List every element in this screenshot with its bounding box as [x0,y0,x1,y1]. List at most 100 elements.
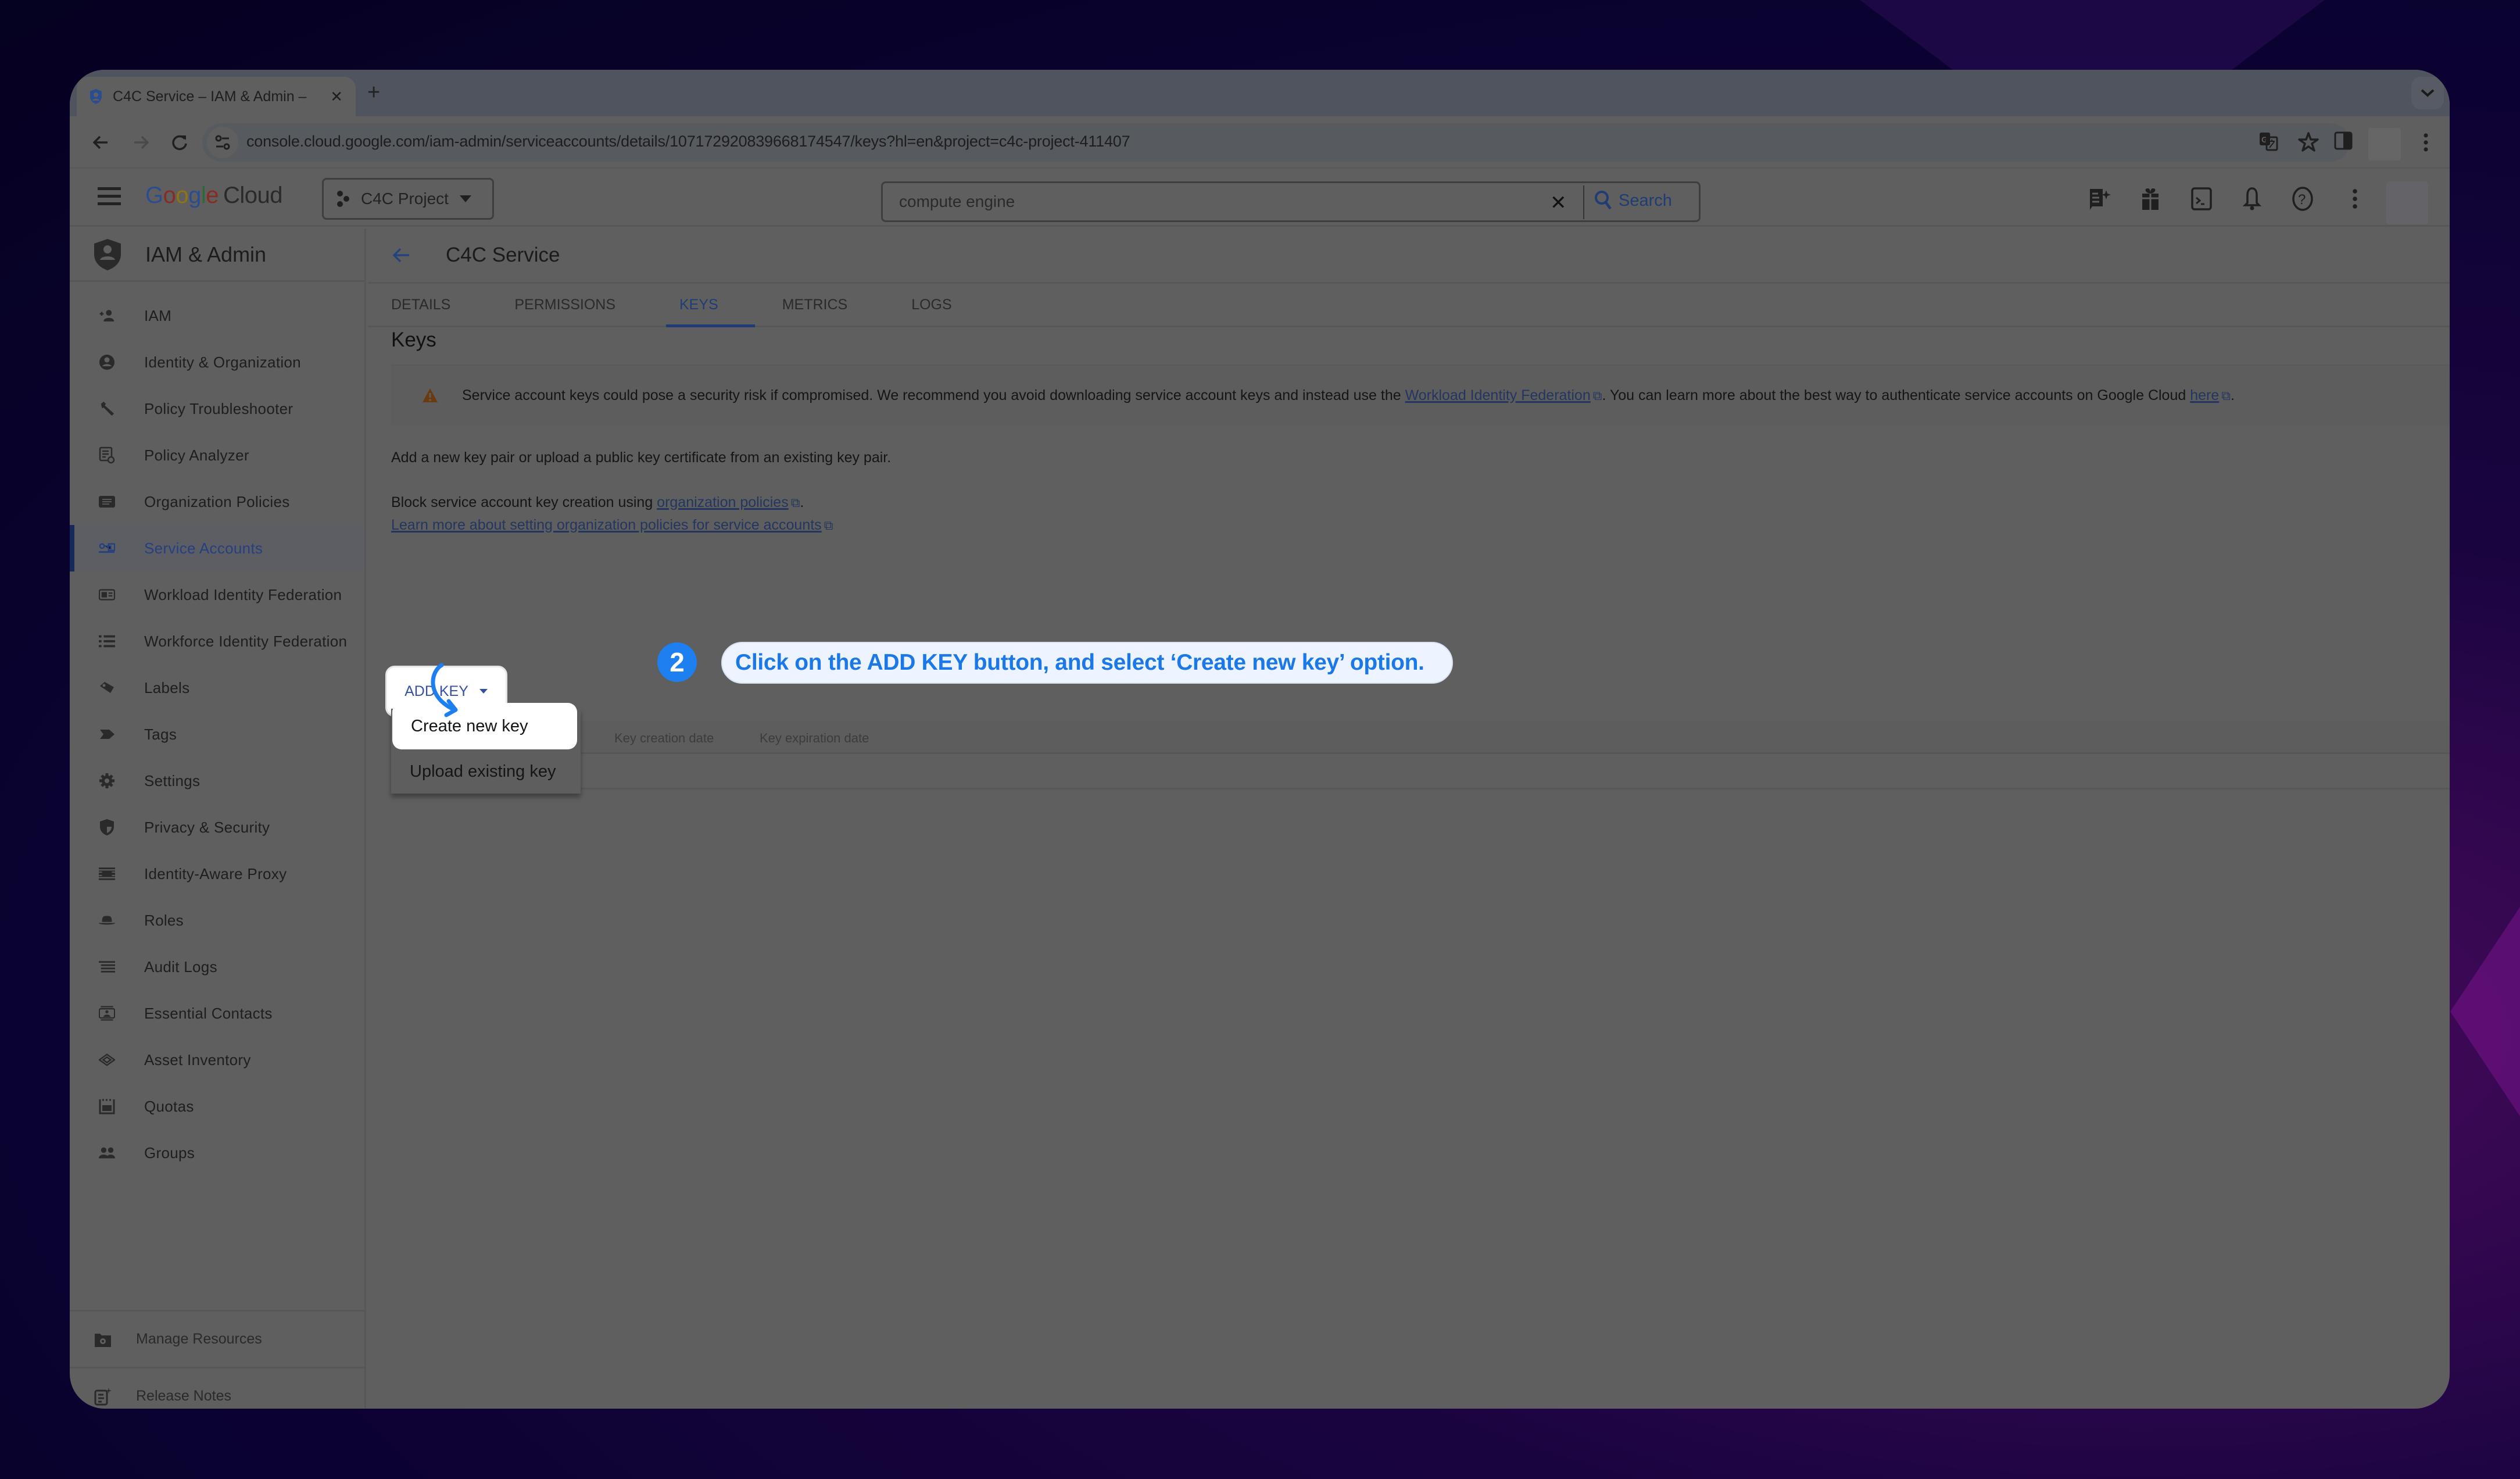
sidebar-item-identity-organization[interactable]: Identity & Organization [70,339,364,385]
background-shape [2450,907,2520,1116]
sidebar-item-settings[interactable]: Settings [70,758,364,804]
caret-down-icon [479,689,488,694]
security-warning-banner: Service account keys could pose a securi… [391,365,2450,425]
sidebar-item-asset-inventory[interactable]: Asset Inventory [70,1037,364,1083]
sidebar-item-privacy-security[interactable]: Privacy & Security [70,804,364,851]
tune-icon [215,135,230,150]
workload-identity-federation-link[interactable]: Workload Identity Federation [1405,387,1591,403]
keys-table-header: Key creation date Key expiration date [391,721,2450,754]
sidebar-nav: IAM Identity & Organization Policy Trouble… [70,282,364,1176]
service-account-tabs: DETAILS PERMISSIONS KEYS METRICS LOGS [368,284,2450,327]
account-avatar[interactable] [2386,181,2428,224]
here-link[interactable]: here [2190,387,2219,403]
sidebar-item-groups[interactable]: Groups [70,1130,364,1176]
keys-intro-text: Add a new key pair or upload a public ke… [391,449,892,466]
menu-icon[interactable] [98,187,121,206]
cloud-shell-icon[interactable] [2189,186,2214,212]
google-cloud-logo[interactable]: Google Cloud [145,183,283,209]
sidebar-item-quotas[interactable]: Quotas [70,1083,364,1130]
sidebar-item-policy-analyzer[interactable]: Policy Analyzer [70,432,364,478]
tutorial-instruction: Click on the ADD KEY button, and select … [721,642,1453,684]
id-card-icon [99,587,115,603]
back-arrow-icon[interactable] [391,245,411,265]
search-input[interactable] [899,183,1527,220]
sidebar-item-workload-identity-federation[interactable]: Workload Identity Federation [70,571,364,618]
tab-permissions[interactable]: PERMISSIONS [514,284,639,326]
tag-icon [99,726,115,742]
profile-avatar[interactable] [2368,128,2401,160]
tab-logs[interactable]: LOGS [911,284,975,326]
sidebar-item-policy-troubleshooter[interactable]: Policy Troubleshooter [70,385,364,432]
more-vert-icon[interactable] [2422,133,2429,152]
tab-title: C4C Service – IAM & Admin – [113,88,307,105]
sidebar-item-service-accounts[interactable]: Service Accounts [70,525,364,571]
main-content: C4C Service DETAILS PERMISSIONS KEYS METRIC… [368,228,2450,1409]
external-link-icon: ⧉ [790,495,800,510]
search-icon [1595,191,1612,210]
url-text[interactable]: console.cloud.google.com/iam-admin/servi… [246,133,1130,151]
browser-toolbar: console.cloud.google.com/iam-admin/servi… [70,116,2450,169]
sidebar-item-audit-logs[interactable]: Audit Logs [70,944,364,990]
new-tab-button[interactable]: + [367,80,380,105]
external-link-icon: ⧉ [1592,388,1602,403]
address-bar[interactable]: console.cloud.google.com/iam-admin/servi… [202,123,2350,162]
learn-more-org-policies-link[interactable]: Learn more about setting organization po… [391,517,822,533]
help-icon[interactable]: ? [2290,186,2315,212]
account-circle-icon [99,354,115,370]
menu-item-upload-existing-key[interactable]: Upload existing key [391,751,556,792]
sidebar-item-release-notes[interactable]: Release Notes [70,1367,364,1409]
back-button[interactable] [87,129,114,156]
page-title: C4C Service [446,244,560,266]
folder-gear-icon [95,1333,111,1347]
audit-lines-icon [99,959,115,975]
sidebar-item-essential-contacts[interactable]: Essential Contacts [70,990,364,1037]
iam-shield-icon [94,238,121,270]
project-hub-icon [337,191,349,207]
tab-details[interactable]: DETAILS [391,284,474,326]
more-vert-icon[interactable] [2342,186,2368,212]
reload-icon [172,135,187,151]
tab-keys[interactable]: KEYS [666,284,755,327]
sidebar-item-iam[interactable]: IAM [70,292,364,339]
shield-icon [99,819,115,835]
browser-tab[interactable]: C4C Service – IAM & Admin – ✕ [77,77,356,116]
list-icon [99,633,115,649]
sidebar-item-workforce-identity-federation[interactable]: Workforce Identity Federation [70,618,364,665]
gemini-notes-icon[interactable] [2086,186,2112,212]
tutorial-step-badge: 2 [657,642,697,682]
notifications-bell-icon[interactable] [2239,186,2265,212]
external-link-icon: ⧉ [2221,388,2231,403]
organization-policies-link[interactable]: organization policies [657,494,789,510]
bookmark-star-icon[interactable] [2298,131,2319,152]
sidebar-item-tags[interactable]: Tags [70,711,364,758]
svg-text:?: ? [2298,192,2306,208]
translate-icon[interactable]: G [2258,131,2279,152]
search-button[interactable]: Search [1594,190,1672,211]
tab-search-button[interactable] [2411,77,2444,109]
tab-metrics[interactable]: METRICS [782,284,871,326]
forward-button[interactable] [128,129,155,156]
clear-search-icon[interactable]: ✕ [1550,191,1567,215]
reload-button[interactable] [166,129,193,156]
gear-icon [99,773,115,789]
project-selector[interactable]: C4C Project [322,178,494,220]
side-panel-icon[interactable] [2334,131,2353,150]
sidebar-item-manage-resources[interactable]: Manage Resources [70,1310,364,1367]
site-info-button[interactable] [207,127,238,158]
sidebar-title: IAM & Admin [145,242,267,266]
tab-close-icon[interactable]: ✕ [330,88,343,106]
sidebar-item-organization-policies[interactable]: Organization Policies [70,478,364,525]
menu-item-create-new-key[interactable]: Create new key [392,703,577,749]
proxy-icon [99,866,115,882]
person-add-icon [99,308,115,324]
section-title: Keys [391,328,436,351]
column-header-key-expiration-date[interactable]: Key expiration date [760,731,869,746]
column-header-key-creation-date[interactable]: Key creation date [614,731,714,746]
sidebar-item-identity-aware-proxy[interactable]: Identity-Aware Proxy [70,851,364,897]
gift-icon[interactable] [2138,186,2163,212]
browser-window: C4C Service – IAM & Admin – ✕ + console.… [70,70,2450,1409]
divider [1583,185,1584,219]
sidebar-item-labels[interactable]: Labels [70,665,364,711]
quota-icon [99,1098,115,1114]
sidebar-item-roles[interactable]: Roles [70,897,364,944]
